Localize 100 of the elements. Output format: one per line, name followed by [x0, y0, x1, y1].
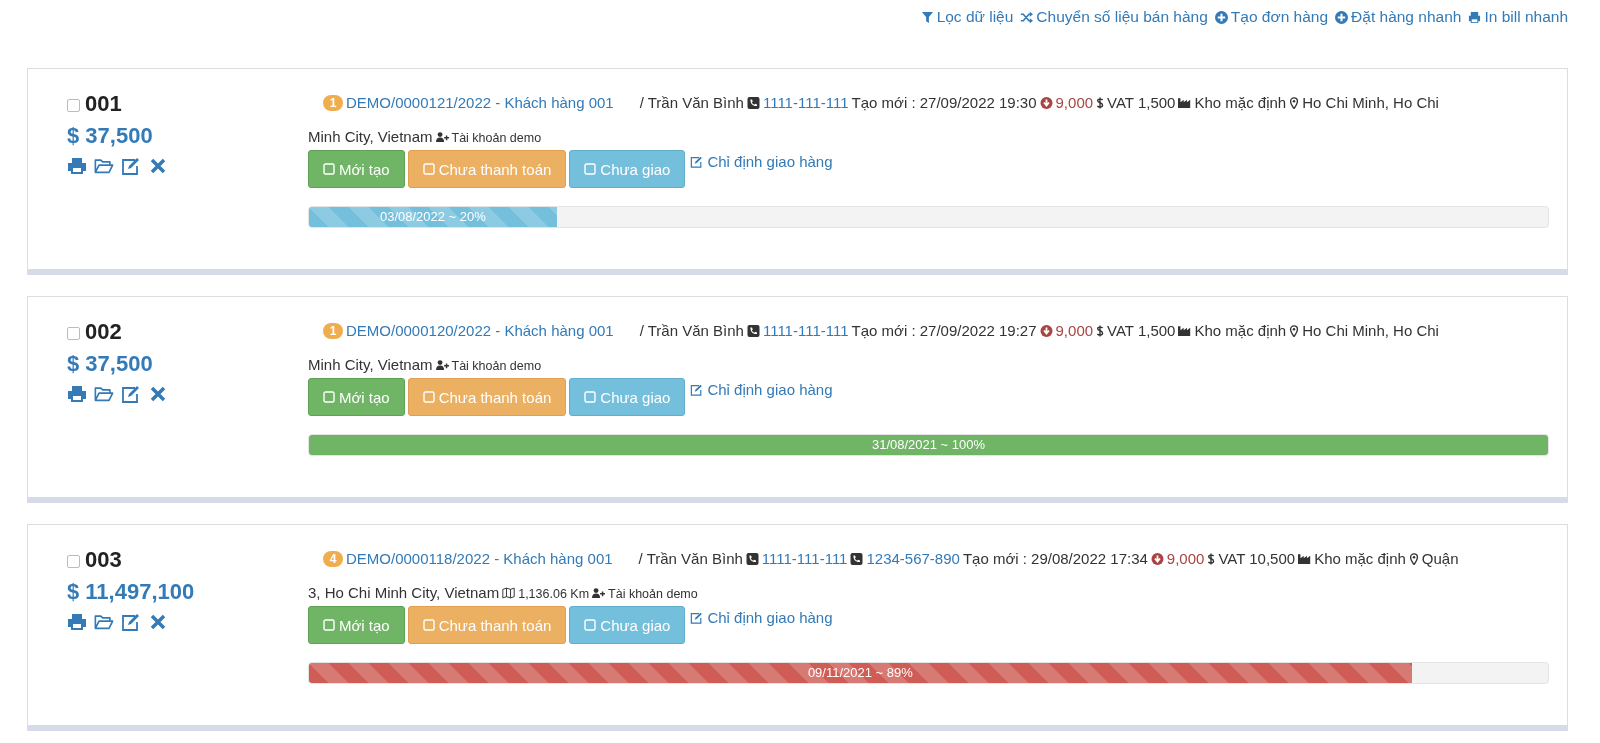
- discount-amount: 9,000: [1166, 550, 1205, 567]
- phone-link[interactable]: 1111-111-111: [761, 550, 848, 567]
- plus-circle-icon: [1335, 10, 1349, 24]
- account-name: Tài khoản demo: [451, 359, 542, 373]
- printer-icon[interactable]: [67, 385, 87, 403]
- checkbox-icon: [422, 619, 435, 631]
- checkbox-icon: [584, 163, 597, 175]
- factory-icon: [1178, 325, 1192, 337]
- address: Minh City, Vietnam: [308, 356, 433, 373]
- toolbar-link[interactable]: In bill nhanh: [1468, 8, 1568, 26]
- order-number: 001: [85, 91, 122, 117]
- dollar-icon: [1207, 553, 1216, 565]
- user-plus-icon: [592, 587, 606, 599]
- checkbox-icon: [584, 619, 597, 631]
- phone-icon: [746, 325, 760, 337]
- edit-icon: [690, 155, 704, 168]
- phone-icon: [746, 97, 760, 109]
- order-link[interactable]: DEMO/0000120/2022 - Khách hàng 001: [346, 322, 614, 339]
- checkbox-icon: [323, 163, 335, 175]
- vat-amount: VAT 1,500: [1107, 322, 1176, 339]
- user-plus-icon: [435, 131, 449, 143]
- checkbox[interactable]: [67, 555, 80, 568]
- dollar-icon: [1096, 325, 1105, 337]
- created-time: Tạo mới : 27/09/2022 19:27: [851, 322, 1037, 339]
- discount-amount: 9,000: [1055, 94, 1094, 111]
- map-pin-icon: [1289, 97, 1300, 109]
- customer-name: / Trần Văn Bình: [638, 550, 743, 567]
- edit-icon[interactable]: [121, 385, 141, 403]
- down-arrow-circle-icon: [1039, 325, 1053, 337]
- checkbox-icon: [323, 391, 335, 403]
- address: Minh City, Vietnam: [308, 128, 433, 145]
- map-pin-icon: [1289, 325, 1300, 337]
- order-amount: $ 11,497,100: [67, 579, 196, 605]
- phone-link[interactable]: 1111-111-111: [762, 94, 849, 111]
- address: 3, Ho Chi Minh City, Vietnam: [308, 584, 500, 601]
- assign-delivery-link[interactable]: Chỉ định giao hàng: [690, 609, 833, 626]
- order-amount: $ 37,500: [67, 123, 154, 149]
- status-button[interactable]: Mới tạo: [308, 150, 405, 188]
- count-badge: 4: [323, 551, 343, 567]
- delete-icon[interactable]: [148, 613, 168, 631]
- toolbar-link[interactable]: Đặt hàng nhanh: [1335, 8, 1462, 26]
- checkbox[interactable]: [67, 99, 80, 112]
- checkbox-icon: [422, 391, 435, 403]
- printer-icon: [1468, 10, 1482, 24]
- phone-icon: [850, 553, 864, 565]
- edit-icon[interactable]: [121, 613, 141, 631]
- created-time: Tạo mới : 29/08/2022 17:34: [962, 550, 1148, 567]
- factory-icon: [1298, 553, 1312, 565]
- down-arrow-circle-icon: [1039, 97, 1053, 109]
- progress-bar: 31/08/2021 ~ 100%: [309, 435, 1548, 455]
- user-plus-icon: [435, 359, 449, 371]
- progress-bar: 09/11/2021 ~ 89%: [309, 663, 1412, 683]
- vat-amount: VAT 10,500: [1218, 550, 1296, 567]
- toolbar-link[interactable]: Tạo đơn hàng: [1214, 8, 1329, 26]
- order-link[interactable]: DEMO/0000121/2022 - Khách hàng 001: [346, 94, 614, 111]
- folder-icon[interactable]: [94, 157, 114, 175]
- toolbar-link[interactable]: Lọc dữ liệu: [920, 8, 1014, 26]
- warehouse-name: Kho mặc định: [1314, 550, 1406, 567]
- warehouse-name: Kho mặc định: [1194, 94, 1287, 111]
- account-name: Tài khoản demo: [608, 587, 698, 601]
- map-icon: [502, 587, 516, 599]
- delete-icon[interactable]: [148, 385, 168, 403]
- order-number: 002: [85, 319, 122, 345]
- printer-icon[interactable]: [67, 613, 87, 631]
- toolbar-link[interactable]: Chuyển số liệu bán hàng: [1020, 8, 1208, 26]
- order-number: 003: [85, 547, 122, 573]
- checkbox-icon: [584, 391, 597, 403]
- plus-circle-icon: [1214, 10, 1228, 24]
- phone-link[interactable]: 1111-111-111: [762, 322, 849, 339]
- folder-icon[interactable]: [94, 613, 114, 631]
- order-amount: $ 37,500: [67, 351, 154, 377]
- factory-icon: [1178, 97, 1192, 109]
- checkbox-icon: [422, 163, 435, 175]
- checkbox[interactable]: [67, 327, 80, 340]
- progress-bar: 03/08/2022 ~ 20%: [309, 207, 557, 227]
- checkbox-icon: [323, 619, 335, 631]
- edit-icon: [690, 611, 704, 624]
- map-pin-icon: [1408, 553, 1419, 565]
- status-button[interactable]: Mới tạo: [308, 378, 405, 416]
- count-badge: 1: [323, 95, 343, 111]
- account-name: Tài khoản demo: [451, 131, 542, 145]
- vat-amount: VAT 1,500: [1107, 94, 1176, 111]
- shuffle-icon: [1020, 10, 1034, 24]
- distance: 1,136.06 Km: [518, 587, 590, 601]
- address: Ho Chi Minh, Ho Chi: [1302, 322, 1439, 339]
- assign-delivery-link[interactable]: Chỉ định giao hàng: [690, 381, 833, 398]
- edit-icon[interactable]: [121, 157, 141, 175]
- delete-icon[interactable]: [148, 157, 168, 175]
- warehouse-name: Kho mặc định: [1194, 322, 1287, 339]
- address: Ho Chi Minh, Ho Chi: [1302, 94, 1439, 111]
- assign-delivery-link[interactable]: Chỉ định giao hàng: [690, 153, 833, 170]
- printer-icon[interactable]: [67, 157, 87, 175]
- order-link[interactable]: DEMO/0000118/2022 - Khách hàng 001: [346, 550, 613, 567]
- folder-icon[interactable]: [94, 385, 114, 403]
- phone-link[interactable]: 1234-567-890: [866, 550, 960, 567]
- customer-name: / Trần Văn Bình: [639, 94, 744, 111]
- customer-name: / Trần Văn Bình: [639, 322, 744, 339]
- status-button[interactable]: Mới tạo: [308, 606, 405, 644]
- filter-icon: [920, 10, 934, 24]
- count-badge: 1: [323, 323, 343, 339]
